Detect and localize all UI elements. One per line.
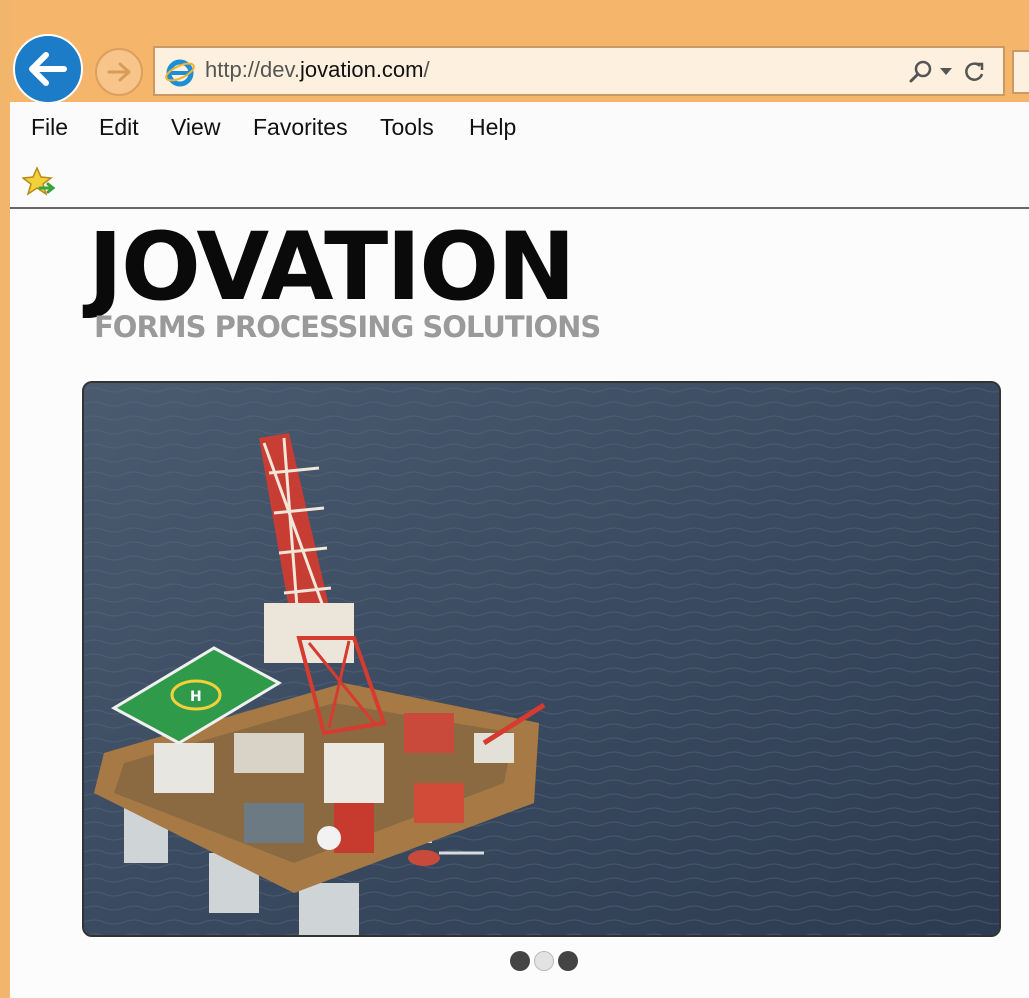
menu-file[interactable]: File bbox=[31, 114, 68, 141]
url-prefix: http://dev. bbox=[205, 57, 300, 82]
menu-favorites[interactable]: Favorites bbox=[253, 114, 348, 141]
slider-image: H bbox=[84, 383, 999, 935]
window-frame-left bbox=[0, 0, 10, 998]
new-tab-edge[interactable] bbox=[1012, 50, 1029, 94]
forward-button[interactable] bbox=[95, 48, 143, 96]
slider-pagination bbox=[510, 951, 580, 973]
logo-title[interactable]: JOVATION bbox=[88, 221, 576, 315]
url-suffix: / bbox=[423, 57, 430, 82]
ie-logo-icon bbox=[165, 59, 195, 87]
menu-view[interactable]: View bbox=[171, 114, 220, 141]
slider-dot-2-active[interactable] bbox=[534, 951, 554, 971]
favorites-bar bbox=[10, 156, 1029, 208]
svg-text:H: H bbox=[190, 689, 202, 705]
slider-dot-3[interactable] bbox=[558, 951, 578, 971]
address-url[interactable]: http://dev.jovation.com/ bbox=[205, 57, 430, 83]
back-button[interactable] bbox=[13, 34, 83, 104]
favorites-star-icon[interactable] bbox=[22, 166, 56, 198]
back-arrow-icon bbox=[29, 52, 67, 86]
menu-edit[interactable]: Edit bbox=[99, 114, 139, 141]
menu-help[interactable]: Help bbox=[469, 114, 516, 141]
search-icon[interactable] bbox=[907, 58, 935, 86]
logo-tagline: FORMS PROCESSING SOLUTIONS bbox=[94, 310, 601, 344]
url-domain: jovation.com bbox=[299, 57, 424, 82]
refresh-icon[interactable] bbox=[960, 58, 988, 86]
image-slider[interactable]: H bbox=[82, 381, 1001, 937]
web-page: JOVATION FORMS PROCESSING SOLUTIONS H bbox=[10, 209, 1029, 998]
slider-dot-1[interactable] bbox=[510, 951, 530, 971]
dropdown-icon[interactable] bbox=[940, 68, 952, 75]
menu-bar: File Edit View Favorites Tools Help bbox=[10, 102, 1029, 156]
forward-arrow-icon bbox=[107, 62, 131, 82]
menu-tools[interactable]: Tools bbox=[380, 114, 434, 141]
address-bar[interactable]: http://dev.jovation.com/ bbox=[153, 46, 1005, 96]
